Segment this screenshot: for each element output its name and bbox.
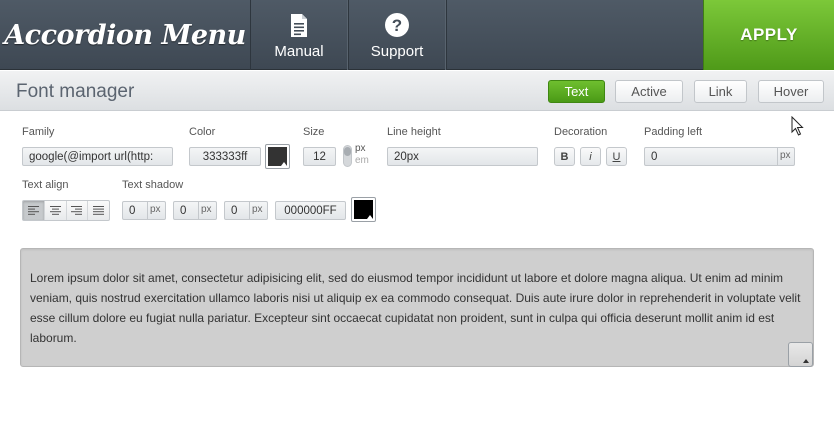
shadow-y-unit: px — [201, 204, 212, 215]
color-label: Color — [189, 126, 216, 138]
bold-button[interactable]: B — [554, 147, 575, 166]
size-unit-em[interactable]: em — [355, 155, 369, 166]
align-left-icon — [27, 206, 39, 215]
swatch-arrow-icon — [367, 215, 373, 219]
align-justify-icon — [93, 206, 105, 215]
align-justify-button[interactable] — [88, 201, 109, 220]
padding-left-unit: px — [780, 150, 791, 161]
swatch-arrow-icon — [281, 162, 287, 166]
shadow-blur-unit: px — [252, 204, 263, 215]
size-unit-px[interactable]: px — [355, 143, 366, 154]
text-align-group — [22, 200, 110, 221]
family-input[interactable]: google(@import url(http: — [22, 147, 173, 166]
document-icon — [289, 10, 309, 40]
support-label: Support — [370, 43, 424, 60]
decoration-label: Decoration — [554, 126, 608, 138]
top-bar: Accordion Menu Manual ? Support APPLY — [0, 0, 834, 70]
padding-left-input[interactable]: 0 — [644, 147, 795, 166]
family-label: Family — [22, 126, 55, 138]
page-title: Font manager — [16, 81, 135, 102]
apply-button[interactable]: APPLY — [703, 0, 834, 70]
align-right-icon — [71, 206, 83, 215]
size-unit-toggle[interactable] — [343, 145, 352, 167]
text-align-label: Text align — [22, 179, 69, 191]
shadow-color-input[interactable]: 000000FF — [275, 201, 346, 220]
size-input[interactable]: 12 — [303, 147, 336, 166]
mouse-cursor-icon — [791, 116, 804, 136]
text-shadow-label: Text shadow — [122, 179, 184, 191]
mode-text-button[interactable]: Text — [548, 80, 605, 103]
italic-button[interactable]: i — [580, 147, 601, 166]
mode-active-button[interactable]: Active — [615, 80, 683, 103]
align-center-icon — [49, 206, 61, 215]
line-height-label: Line height — [387, 126, 441, 138]
mode-link-button[interactable]: Link — [694, 80, 747, 103]
mode-hover-button[interactable]: Hover — [758, 80, 824, 103]
color-swatch[interactable] — [265, 144, 290, 169]
help-icon: ? — [385, 10, 409, 40]
text-preview: Lorem ipsum dolor sit amet, consectetur … — [20, 248, 814, 367]
preview-background-picker[interactable] — [788, 342, 813, 367]
shadow-color-swatch[interactable] — [351, 197, 376, 222]
preview-text: Lorem ipsum dolor sit amet, consectetur … — [30, 271, 801, 345]
manual-button[interactable]: Manual — [250, 0, 348, 70]
support-button[interactable]: ? Support — [348, 0, 446, 70]
align-right-button[interactable] — [67, 201, 89, 220]
align-left-button[interactable] — [23, 201, 45, 220]
shadow-x-unit: px — [150, 204, 161, 215]
app-logo: Accordion Menu — [4, 19, 246, 51]
color-input[interactable]: 333333ff — [189, 147, 261, 166]
underline-button[interactable]: U — [606, 147, 627, 166]
line-height-input[interactable]: 20px — [387, 147, 538, 166]
size-label: Size — [303, 126, 325, 138]
align-center-button[interactable] — [45, 201, 67, 220]
padding-left-label: Padding left — [644, 126, 703, 138]
manual-label: Manual — [274, 43, 324, 60]
picker-arrow-icon — [803, 359, 809, 363]
section-header: Font manager Text Active Link Hover — [0, 71, 834, 111]
